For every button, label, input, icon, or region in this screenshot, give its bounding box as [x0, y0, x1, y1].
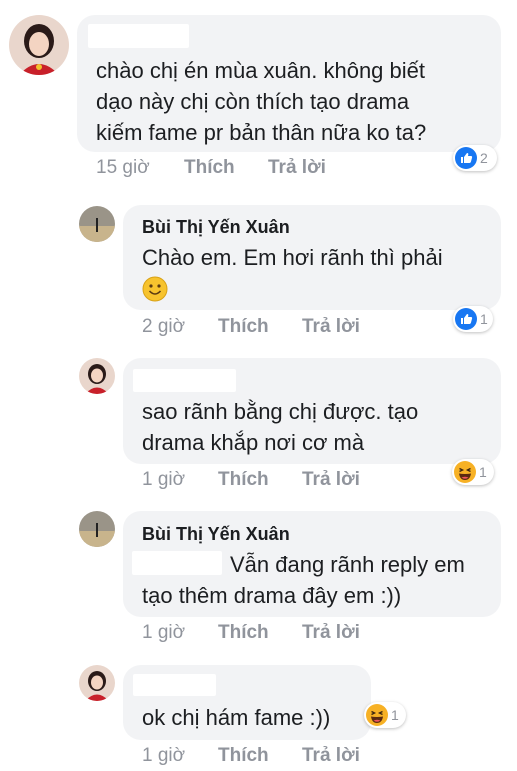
avatar[interactable]: [9, 15, 69, 75]
comment-text-line: kiếm fame pr bản thân nữa ko ta?: [96, 120, 427, 145]
redacted-author-name: [88, 24, 189, 48]
comment-author[interactable]: Bùi Thị Yến Xuân: [142, 524, 290, 545]
smile-emoji-icon: [142, 276, 168, 302]
comment-text-line: Vẫn đang rãnh reply em: [230, 552, 465, 577]
timestamp[interactable]: 1 giờ: [142, 745, 185, 767]
redacted-author-name: [133, 369, 236, 392]
comment-author[interactable]: Bùi Thị Yến Xuân: [142, 217, 290, 238]
comment-text-line: sao rãnh bằng chị được. tạo: [142, 399, 419, 424]
redacted-mention: [132, 551, 222, 575]
avatar[interactable]: [79, 665, 115, 701]
reaction-badge[interactable]: 1: [453, 306, 493, 332]
reply-link[interactable]: Trả lời: [302, 622, 360, 644]
like-link[interactable]: Thích: [218, 469, 269, 491]
timestamp[interactable]: 1 giờ: [142, 469, 185, 491]
like-link[interactable]: Thích: [184, 157, 235, 179]
reaction-count: 1: [479, 464, 487, 480]
timestamp[interactable]: 2 giờ: [142, 316, 185, 338]
timestamp[interactable]: 15 giờ: [96, 157, 150, 179]
comment-text-line: ok chị hám fame :)): [142, 705, 331, 730]
comment-text-line: drama khắp nơi cơ mà: [142, 430, 365, 455]
reaction-count: 1: [480, 311, 488, 327]
comment-text-line: dạo này chị còn thích tạo drama: [96, 89, 410, 114]
like-icon: [455, 147, 477, 169]
timestamp[interactable]: 1 giờ: [142, 622, 185, 644]
haha-icon: [454, 461, 476, 483]
reaction-count: 2: [480, 150, 488, 166]
like-link[interactable]: Thích: [218, 622, 269, 644]
comment-text-line: chào chị én mùa xuân. không biết: [96, 58, 426, 83]
avatar[interactable]: [79, 511, 115, 547]
avatar[interactable]: [79, 206, 115, 242]
comment-text-line: tạo thêm drama đây em :)): [142, 583, 402, 608]
reply-link[interactable]: Trả lời: [302, 316, 360, 338]
reaction-badge[interactable]: 2: [453, 145, 497, 171]
reaction-badge[interactable]: 1: [364, 702, 406, 728]
reply-link[interactable]: Trả lời: [302, 469, 360, 491]
reaction-count: 1: [391, 707, 399, 723]
like-link[interactable]: Thích: [218, 316, 269, 338]
reply-link[interactable]: Trả lời: [302, 745, 360, 767]
reaction-badge[interactable]: 1: [452, 459, 494, 485]
like-icon: [455, 308, 477, 330]
like-link[interactable]: Thích: [218, 745, 269, 767]
haha-icon: [366, 704, 388, 726]
comment-text-line: Chào em. Em hơi rãnh thì phải: [142, 245, 443, 270]
avatar[interactable]: [79, 358, 115, 394]
reply-link[interactable]: Trả lời: [268, 157, 326, 179]
redacted-author-name: [133, 674, 216, 696]
